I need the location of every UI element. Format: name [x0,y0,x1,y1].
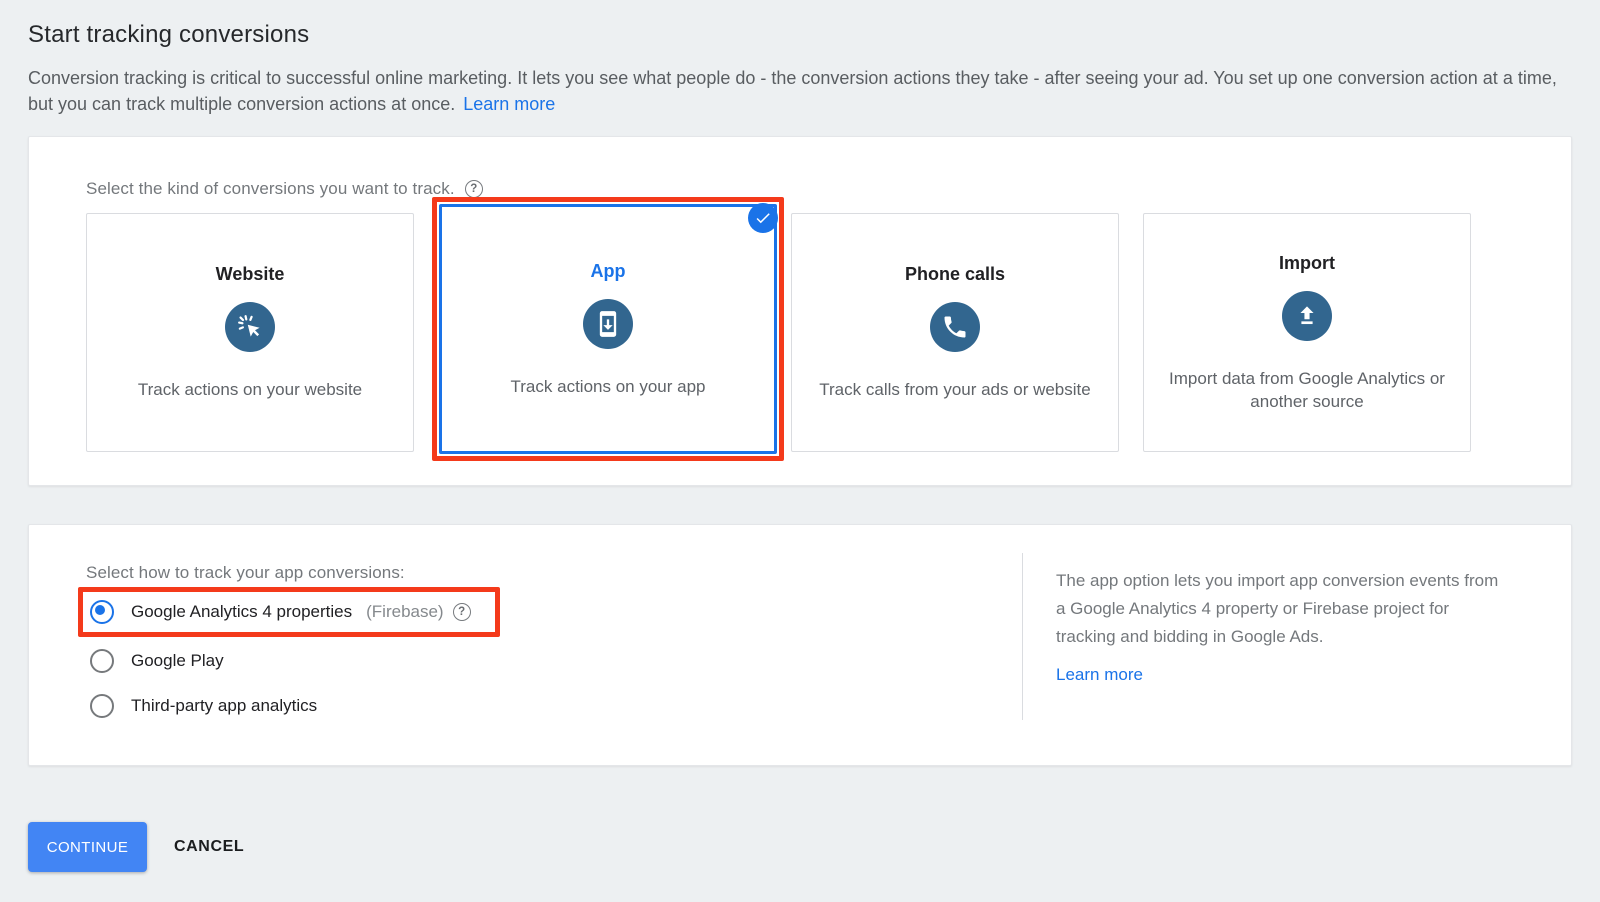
intro-text: Conversion tracking is critical to succe… [28,68,1557,114]
radio-button-ga4-selected[interactable] [90,600,114,624]
radio-label-ga4: Google Analytics 4 properties [131,602,352,622]
radio-label-google-play: Google Play [131,651,224,671]
page-title: Start tracking conversions [28,0,1572,49]
option-card-website[interactable]: Website Track actions on your website [86,213,414,452]
option-card-import[interactable]: Import Import data from Google Analytics… [1143,213,1471,452]
option-desc-phone-calls: Track calls from your ads or website [819,378,1090,401]
cursor-click-icon [225,302,275,352]
radio-group-app-tracking: Google Analytics 4 properties(Firebase) … [78,587,500,718]
radio-label-third-party: Third-party app analytics [131,696,317,716]
option-title-app: App [591,261,626,282]
option-desc-website: Track actions on your website [138,378,362,401]
intro-paragraph: Conversion tracking is critical to succe… [28,65,1558,117]
app-section-label-row: Select how to track your app conversions… [86,563,405,583]
option-desc-import: Import data from Google Analytics or ano… [1152,367,1462,413]
vertical-divider [1022,553,1023,720]
phone-download-icon [583,299,633,349]
cancel-button[interactable]: CANCEL [170,832,248,862]
kind-section-label-row: Select the kind of conversions you want … [86,179,483,199]
radio-button-third-party[interactable] [90,694,114,718]
option-title-import: Import [1279,253,1335,274]
annotation-box-app: App Track actions on your app [432,197,784,461]
upload-icon [1282,291,1332,341]
kind-help-icon[interactable]: ? [465,180,483,198]
option-title-phone-calls: Phone calls [905,264,1005,285]
radio-option-third-party[interactable]: Third-party app analytics [90,694,500,718]
radio-button-google-play[interactable] [90,649,114,673]
footer-actions: CONTINUE CANCEL [28,822,248,872]
conversion-setup-page: Start tracking conversions Conversion tr… [0,0,1600,766]
radio-option-google-play[interactable]: Google Play [90,649,500,673]
option-card-app[interactable]: App Track actions on your app [439,204,777,454]
radio-option-ga4[interactable]: Google Analytics 4 properties(Firebase) … [90,600,471,624]
ga4-help-icon[interactable]: ? [453,603,471,621]
option-title-website: Website [216,264,285,285]
info-panel: The app option lets you import app conve… [1056,567,1503,685]
app-section-label: Select how to track your app conversions… [86,563,405,583]
continue-button[interactable]: CONTINUE [28,822,147,872]
selected-check-icon [748,203,778,233]
intro-learn-more-link[interactable]: Learn more [463,94,555,114]
radio-suffix-firebase: (Firebase) [366,602,443,622]
option-desc-app: Track actions on your app [511,375,706,398]
app-tracking-card: Select how to track your app conversions… [28,524,1572,766]
kind-section-label: Select the kind of conversions you want … [86,179,455,199]
phone-call-icon [930,302,980,352]
annotation-box-ga4: Google Analytics 4 properties(Firebase) … [78,587,500,637]
info-learn-more-link[interactable]: Learn more [1056,665,1143,685]
option-card-phone-calls[interactable]: Phone calls Track calls from your ads or… [791,213,1119,452]
info-panel-text: The app option lets you import app conve… [1056,567,1503,651]
conversion-kind-card: Select the kind of conversions you want … [28,136,1572,486]
